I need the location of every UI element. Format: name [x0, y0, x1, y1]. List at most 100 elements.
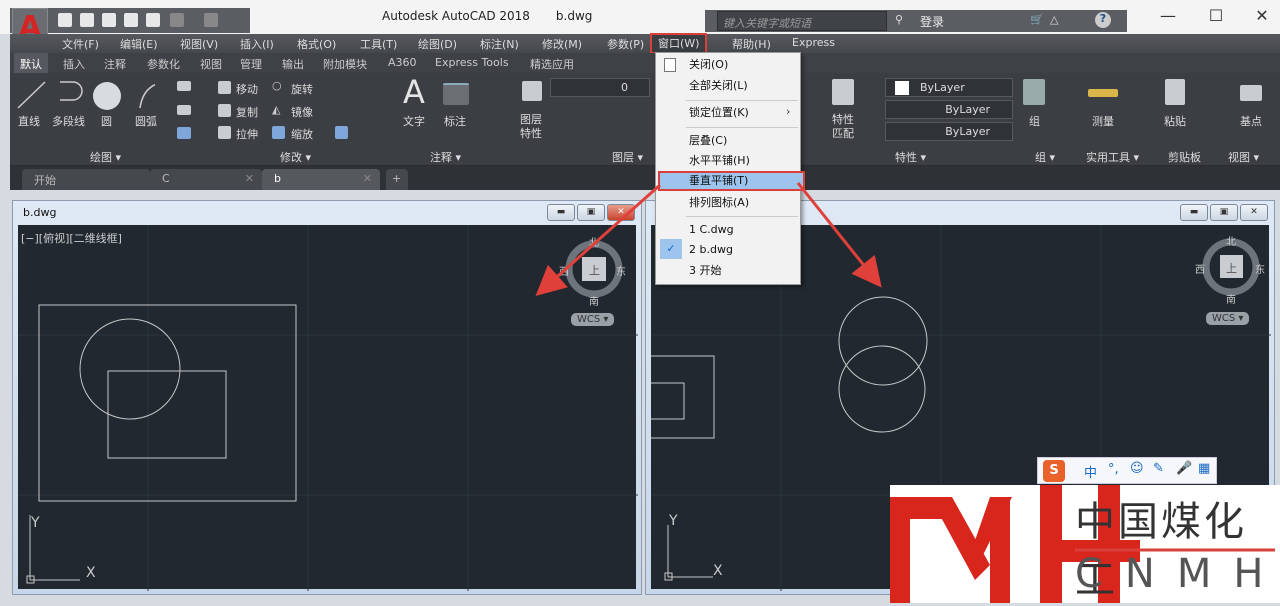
- tab-insert[interactable]: 插入: [63, 56, 85, 72]
- copy-button[interactable]: 复制: [236, 104, 258, 120]
- menu-modify[interactable]: 修改(M): [542, 36, 582, 52]
- base-point-button[interactable]: 基点: [1240, 113, 1262, 129]
- tab-express-tools[interactable]: Express Tools: [435, 56, 509, 69]
- menu-dimension[interactable]: 标注(N): [480, 36, 519, 52]
- panel-groups[interactable]: 组 ▾: [1035, 149, 1055, 165]
- help-icon[interactable]: ?: [1095, 12, 1111, 28]
- menu-format[interactable]: 格式(O): [297, 36, 336, 52]
- sogou-logo-icon[interactable]: S: [1043, 460, 1065, 482]
- ime-mode-button[interactable]: 中: [1084, 462, 1097, 481]
- minimize-button[interactable]: —: [1153, 6, 1183, 25]
- menu-item-tile-vertical[interactable]: 垂直平铺(T): [658, 171, 805, 191]
- wcs-menu[interactable]: WCS ▾: [571, 313, 615, 326]
- panel-modify[interactable]: 修改 ▾: [280, 149, 311, 165]
- tab-view[interactable]: 视图: [200, 56, 222, 72]
- rotate-button[interactable]: 旋转: [291, 81, 313, 97]
- menu-file[interactable]: 文件(F): [62, 36, 99, 52]
- hatch-icon[interactable]: [177, 105, 191, 115]
- close-icon[interactable]: ✕: [245, 172, 254, 185]
- viewcube-south[interactable]: 南: [1226, 291, 1236, 306]
- panel-view[interactable]: 视图 ▾: [1228, 149, 1259, 165]
- panel-utilities[interactable]: 实用工具 ▾: [1086, 149, 1139, 165]
- new-icon[interactable]: [58, 13, 72, 27]
- polyline-button[interactable]: 多段线: [52, 113, 85, 129]
- binoculars-icon[interactable]: ⚲: [895, 13, 903, 26]
- circle-button[interactable]: 圆: [101, 113, 112, 129]
- move-button[interactable]: 移动: [236, 81, 258, 97]
- menu-item-cascade[interactable]: 层叠(C): [656, 131, 800, 151]
- scale-button[interactable]: 缩放: [291, 126, 313, 142]
- lineweight-dropdown[interactable]: ByLayer: [885, 122, 1013, 141]
- measure-button[interactable]: 测量: [1092, 113, 1114, 129]
- tab-parametric[interactable]: 参数化: [147, 56, 180, 72]
- microphone-icon[interactable]: 🎤: [1176, 461, 1192, 476]
- viewcube-top[interactable]: 上: [1226, 260, 1237, 276]
- layer-dropdown[interactable]: 0: [550, 78, 650, 97]
- boundary-icon[interactable]: [177, 127, 191, 139]
- minimize-button[interactable]: ▬: [1180, 204, 1208, 221]
- menu-view[interactable]: 视图(V): [180, 36, 218, 52]
- menu-item-doc-start[interactable]: 3 开始: [656, 261, 800, 281]
- group-button[interactable]: 组: [1029, 113, 1040, 129]
- login-button[interactable]: 登录: [920, 13, 944, 30]
- wcs-menu[interactable]: WCS ▾: [1206, 312, 1250, 325]
- close-button[interactable]: ✕: [1247, 6, 1277, 25]
- panel-annotate[interactable]: 注释 ▾: [430, 149, 461, 165]
- menu-item-close[interactable]: 关闭(O): [656, 55, 800, 75]
- viewcube-south[interactable]: 南: [589, 293, 599, 308]
- panel-draw[interactable]: 绘图 ▾: [90, 149, 121, 165]
- save-as-icon[interactable]: [124, 13, 138, 27]
- search-input[interactable]: 键入关键字或短语: [717, 11, 887, 31]
- menu-help[interactable]: 帮助(H): [732, 36, 771, 52]
- dimension-button[interactable]: 标注: [444, 113, 466, 129]
- toolbox-icon[interactable]: ▦: [1198, 461, 1210, 476]
- viewcube-west[interactable]: 西: [559, 263, 569, 278]
- menu-express[interactable]: Express: [792, 36, 835, 49]
- save-icon[interactable]: [102, 13, 116, 27]
- new-tab-button[interactable]: +: [386, 169, 408, 190]
- punctuation-button[interactable]: °,: [1108, 462, 1119, 477]
- panel-layers[interactable]: 图层 ▾: [612, 149, 643, 165]
- menu-edit[interactable]: 编辑(E): [120, 36, 158, 52]
- panel-properties[interactable]: 特性 ▾: [895, 149, 926, 165]
- match-properties-button[interactable]: 特性 匹配: [832, 113, 854, 141]
- menu-item-tile-horizontal[interactable]: 水平平铺(H): [656, 151, 800, 171]
- menu-item-close-all[interactable]: 全部关闭(L): [656, 76, 800, 96]
- menu-item-arrange-icons[interactable]: 排列图标(A): [656, 193, 800, 213]
- emoji-icon[interactable]: ☺: [1130, 461, 1144, 476]
- menu-draw[interactable]: 绘图(D): [418, 36, 457, 52]
- tab-manage[interactable]: 管理: [240, 56, 262, 72]
- menu-tools[interactable]: 工具(T): [360, 36, 397, 52]
- viewcube-east[interactable]: 东: [1255, 261, 1265, 276]
- cart-icon[interactable]: 🛒: [1030, 13, 1044, 26]
- a360-icon[interactable]: △: [1050, 13, 1058, 26]
- tab-a360[interactable]: A360: [388, 56, 417, 69]
- menu-item-doc-b[interactable]: 2 b.dwg: [656, 240, 800, 260]
- menu-insert[interactable]: 插入(I): [240, 36, 274, 52]
- viewcube-north[interactable]: 北: [589, 234, 599, 249]
- tab-output[interactable]: 输出: [282, 56, 304, 72]
- menu-item-lock-location[interactable]: 锁定位置(K): [656, 103, 800, 123]
- restore-button[interactable]: ▣: [1210, 204, 1238, 221]
- minimize-button[interactable]: ▬: [547, 204, 575, 221]
- paste-button[interactable]: 粘贴: [1164, 113, 1186, 129]
- pen-icon[interactable]: ✎: [1153, 461, 1164, 476]
- menu-parametric[interactable]: 参数(P): [607, 36, 644, 52]
- tab-default[interactable]: 默认: [14, 53, 48, 73]
- close-button[interactable]: ✕: [1240, 204, 1268, 221]
- arc-button[interactable]: 圆弧: [135, 113, 157, 129]
- print-icon[interactable]: [146, 13, 160, 27]
- layer-properties-button[interactable]: 图层 特性: [520, 113, 542, 141]
- close-button[interactable]: ✕: [607, 204, 635, 221]
- menu-item-doc-c[interactable]: 1 C.dwg: [656, 220, 800, 240]
- file-tab-start[interactable]: 开始: [22, 169, 150, 190]
- array-icon[interactable]: [335, 126, 348, 139]
- redo-icon[interactable]: [204, 13, 218, 27]
- panel-clipboard[interactable]: 剪贴板: [1168, 149, 1201, 165]
- drawing-canvas[interactable]: [−][俯视][二维线框] Y X 北 南 西 东 上 WCS ▾: [18, 225, 638, 591]
- file-tab-b[interactable]: b ✕: [262, 169, 380, 190]
- tab-annotate[interactable]: 注释: [104, 56, 126, 72]
- rectangle-icon[interactable]: [177, 81, 191, 91]
- undo-icon[interactable]: [170, 13, 184, 27]
- tab-featured-apps[interactable]: 精选应用: [530, 56, 574, 72]
